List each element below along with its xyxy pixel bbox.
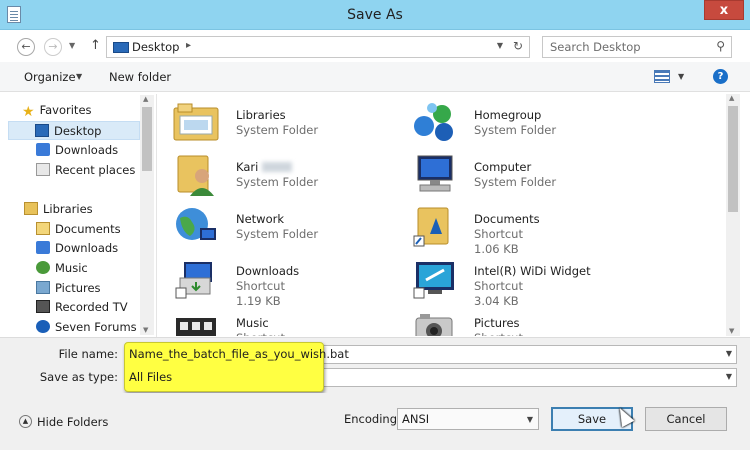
nav-item-pictures[interactable]: Pictures — [36, 279, 101, 298]
save-as-type-value[interactable]: All Files — [129, 370, 172, 384]
command-bar: Organize ▼ New folder ▼ ? — [0, 62, 750, 92]
star-icon: ★ — [22, 104, 35, 120]
recent-locations-chevron-icon[interactable]: ▼ — [69, 41, 75, 50]
close-button[interactable]: x — [704, 0, 744, 20]
libraries-icon — [24, 202, 38, 215]
file-name-label: File name: — [58, 347, 118, 361]
list-item[interactable]: Music Shortcut — [172, 306, 402, 336]
downloads-icon — [36, 241, 50, 254]
recorded-tv-icon — [36, 300, 50, 313]
organize-chevron-icon[interactable]: ▼ — [76, 72, 82, 81]
redacted-surname — [262, 162, 293, 172]
view-options-chevron-icon[interactable]: ▼ — [678, 72, 684, 81]
organize-button[interactable]: Organize — [24, 70, 76, 84]
refresh-icon[interactable]: ↻ — [513, 39, 523, 53]
cancel-button[interactable]: Cancel — [645, 407, 727, 431]
scroll-up-icon[interactable]: ▲ — [143, 95, 148, 103]
forward-arrow-icon[interactable]: → — [44, 38, 62, 56]
list-item[interactable]: Downloads Shortcut 1.19 KB — [172, 254, 402, 308]
address-bar[interactable]: Desktop ▸ ▼ ↻ — [106, 36, 530, 58]
file-name-value[interactable]: Name_the_batch_file_as_you_wish.bat — [129, 347, 349, 361]
file-list-scrollbar[interactable]: ▲ ▼ — [726, 94, 740, 336]
breadcrumb-chevron-icon[interactable]: ▸ — [186, 40, 191, 51]
search-placeholder: Search Desktop — [550, 40, 641, 54]
save-as-type-label: Save as type: — [39, 370, 118, 384]
network-globe-icon — [176, 208, 216, 240]
address-dropdown-icon[interactable]: ▼ — [497, 41, 503, 50]
file-list: Libraries System Folder Homegroup System… — [160, 94, 726, 336]
chevron-down-icon[interactable]: ▼ — [726, 372, 732, 381]
encoding-label: Encoding: — [344, 412, 401, 426]
nav-item-recorded-tv[interactable]: Recorded TV — [36, 298, 128, 317]
navigation-pane: ★ Favorites Desktop Downloads Recent plac… — [8, 94, 154, 336]
chevron-down-icon[interactable]: ▼ — [726, 349, 732, 358]
downloads-shortcut-icon — [175, 262, 212, 299]
change-view-icon[interactable] — [654, 70, 670, 83]
nav-item-desktop[interactable]: Desktop — [8, 121, 140, 140]
intel-widi-icon — [413, 262, 454, 299]
recent-places-icon — [36, 163, 50, 176]
pictures-icon — [36, 281, 50, 294]
save-form: File name: Save as type: ▼ ▼ Name_the_ba… — [0, 337, 750, 393]
desktop-icon — [35, 124, 49, 137]
info-icon — [36, 320, 50, 333]
desktop-icon — [113, 42, 129, 53]
list-item[interactable]: Computer System Folder — [410, 150, 640, 200]
nav-item-documents[interactable]: Documents — [36, 220, 121, 239]
nav-item-library-downloads[interactable]: Downloads — [36, 239, 118, 258]
list-item[interactable]: Libraries System Folder — [172, 98, 402, 148]
hide-folders-button[interactable]: Hide Folders — [37, 415, 108, 429]
breadcrumb-desktop[interactable]: Desktop — [132, 40, 179, 54]
pictures-shortcut-icon — [415, 314, 453, 336]
address-row: ← → ▼ ↑ Desktop ▸ ▼ ↻ Search Desktop ⚲ — [0, 30, 750, 62]
encoding-select[interactable]: ANSI ▼ — [397, 408, 539, 430]
list-item[interactable]: Homegroup System Folder — [410, 98, 640, 148]
collapse-up-icon[interactable]: ▲ — [19, 415, 32, 428]
list-item[interactable]: Kari System Folder — [172, 150, 402, 200]
scrollbar-thumb[interactable] — [142, 107, 152, 171]
nav-item-favorites[interactable]: ★ Favorites — [22, 101, 92, 120]
computer-icon — [417, 155, 453, 192]
title-bar: Save As x — [0, 0, 750, 30]
libraries-folder-icon — [173, 103, 219, 141]
nav-item-seven-forums[interactable]: Seven Forums — [36, 318, 137, 336]
nav-item-music[interactable]: Music — [36, 259, 88, 278]
nav-item-recent-places[interactable]: Recent places — [36, 161, 135, 180]
window-title: Save As — [347, 7, 403, 23]
scroll-down-icon[interactable]: ▼ — [143, 326, 148, 334]
nav-pane-scrollbar[interactable]: ▲ ▼ — [140, 95, 154, 335]
downloads-icon — [36, 143, 50, 156]
nav-item-libraries[interactable]: Libraries — [24, 200, 93, 219]
scrollbar-thumb[interactable] — [728, 106, 738, 212]
back-arrow-icon[interactable]: ← — [17, 38, 35, 56]
new-folder-button[interactable]: New folder — [109, 70, 171, 84]
music-icon — [36, 261, 50, 274]
dialog-footer: ▲ Hide Folders Encoding: ANSI ▼ Save Can… — [0, 393, 750, 450]
documents-icon — [36, 222, 50, 235]
chevron-down-icon[interactable]: ▼ — [527, 415, 533, 424]
music-shortcut-icon — [176, 318, 216, 336]
list-item[interactable]: Pictures Shortcut — [410, 306, 640, 336]
list-item[interactable]: Documents Shortcut 1.06 KB — [410, 202, 640, 256]
list-item[interactable]: Intel(R) WiDi Widget Shortcut 3.04 KB — [410, 254, 640, 308]
help-icon[interactable]: ? — [713, 69, 728, 84]
scroll-down-icon[interactable]: ▼ — [729, 327, 734, 335]
search-input[interactable]: Search Desktop ⚲ — [542, 36, 732, 58]
user-folder-icon — [177, 155, 214, 196]
documents-shortcut-icon — [413, 207, 449, 247]
scroll-up-icon[interactable]: ▲ — [729, 94, 734, 102]
up-arrow-icon[interactable]: ↑ — [90, 38, 101, 53]
pane-divider[interactable] — [156, 94, 157, 337]
list-item[interactable]: Network System Folder — [172, 202, 402, 252]
search-icon[interactable]: ⚲ — [716, 39, 725, 53]
nav-item-downloads[interactable]: Downloads — [36, 141, 118, 160]
homegroup-icon — [414, 103, 453, 141]
